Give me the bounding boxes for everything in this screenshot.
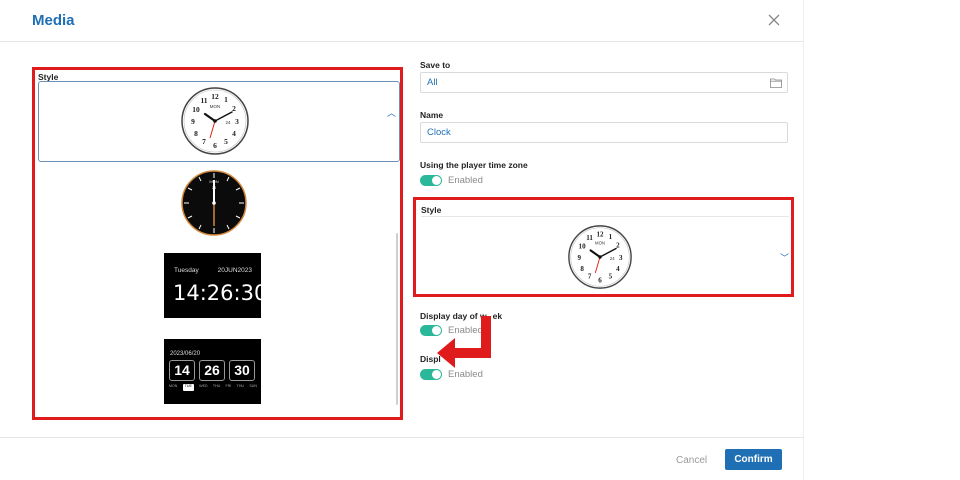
weekday-mon: MON [169,384,178,388]
svg-text:7: 7 [202,137,206,146]
svg-text:24: 24 [225,120,231,125]
digital-weekday: Tuesday [174,267,199,274]
save-to-field[interactable]: All [420,72,788,93]
svg-text:11: 11 [200,96,207,105]
name-value: Clock [427,127,451,138]
weekday-wed: WED [199,384,208,388]
svg-text:3: 3 [619,254,623,262]
weekday-thu-2: THU [236,384,245,388]
svg-text:8: 8 [580,265,584,273]
chevron-down-icon[interactable]: ﹀ [780,251,789,264]
svg-text:1: 1 [224,95,228,104]
red-arrow-annotation-icon [437,316,491,368]
flip-seconds: 30 [229,360,255,381]
weekday-tue: TUE [182,384,194,391]
svg-text:2: 2 [232,104,236,113]
dialog-header: Media [0,0,804,42]
svg-text:3: 3 [235,117,239,126]
flip-weekday-row: MON TUE WED THU FRI THU SUN [169,384,257,391]
weekday-thu: THU [212,384,221,388]
player-time-zone-toggle[interactable] [420,175,442,186]
folder-icon[interactable] [770,77,782,88]
cancel-button[interactable]: Cancel [676,455,707,466]
save-to-label: Save to [420,60,451,70]
weekday-sun: SUN [249,384,257,388]
svg-text:4: 4 [232,129,236,138]
flip-seconds-value: 30 [234,362,250,378]
style-option-digital[interactable]: Tuesday 20JUN2023 14:26:30 [164,253,267,318]
weekday-fri: FRI [225,384,232,388]
analog-white-clock-icon-preview: 12 12 3 4567 8 9 1011 MON 24 [568,225,632,289]
close-icon[interactable] [764,10,784,30]
dialog-title: Media [32,12,75,29]
digital-time: 14:26:30 [173,281,268,305]
flip-hours-value: 14 [174,362,190,378]
chevron-up-icon[interactable]: ︿ [387,106,396,119]
svg-text:5: 5 [609,273,613,281]
svg-text:MON: MON [595,241,605,246]
name-input[interactable]: Clock [420,122,788,143]
player-time-zone-label: Using the player time zone [420,160,528,170]
svg-text:MON: MON [210,104,221,109]
analog-black-clock-icon: MON 24 [181,170,247,236]
style-option-black-analog[interactable]: MON 24 [179,168,249,238]
style-selected-option[interactable]: 12 1 2 3 4567 8 9 10 11 MON 24 [38,81,400,162]
svg-text:5: 5 [224,137,228,146]
svg-text:10: 10 [579,243,587,251]
digital-date: 20JUN2023 [217,267,252,274]
svg-text:24: 24 [610,256,615,261]
svg-text:4: 4 [616,265,620,273]
flip-hours: 14 [169,360,195,381]
svg-text:10: 10 [192,105,200,114]
flip-minutes-value: 26 [204,362,220,378]
flip-minutes: 26 [199,360,225,381]
confirm-button[interactable]: Confirm [725,449,782,470]
svg-text:9: 9 [191,117,195,126]
dialog-footer: Cancel Confirm [0,437,804,480]
svg-text:9: 9 [577,254,581,262]
analog-white-clock-icon: 12 12 3 4567 8 9 1011 MON 24 [181,87,249,155]
style-dropdown[interactable]: Style 12 1 2 3 4567 8 9 10 11 MON 24 ﹀ [413,197,794,297]
svg-text:6: 6 [598,276,602,284]
svg-text:2: 2 [616,242,620,250]
player-time-zone-state: Enabled [448,175,483,186]
flip-date: 2023/06/20 [170,351,201,357]
svg-text:11: 11 [586,234,593,242]
save-to-value: All [427,77,438,88]
svg-text:7: 7 [588,273,592,281]
svg-text:12: 12 [596,230,604,238]
name-label: Name [420,110,444,120]
svg-text:12: 12 [211,92,219,101]
picker-scrollbar[interactable] [396,233,398,405]
svg-text:6: 6 [213,141,217,150]
svg-text:8: 8 [194,129,198,138]
style-label: Style [421,205,442,215]
style-divider [421,216,789,217]
style-option-flip[interactable]: 2023/06/20 14 26 30 MON TUE WED THU FRI … [164,339,261,404]
media-dialog: Media Style 12 1 2 3 4567 8 9 10 11 MON 24 [0,0,804,480]
style-picker-dropdown: Style 12 1 2 3 4567 8 9 10 11 MON 24 ︿ T… [32,67,403,420]
svg-text:1: 1 [609,233,613,241]
